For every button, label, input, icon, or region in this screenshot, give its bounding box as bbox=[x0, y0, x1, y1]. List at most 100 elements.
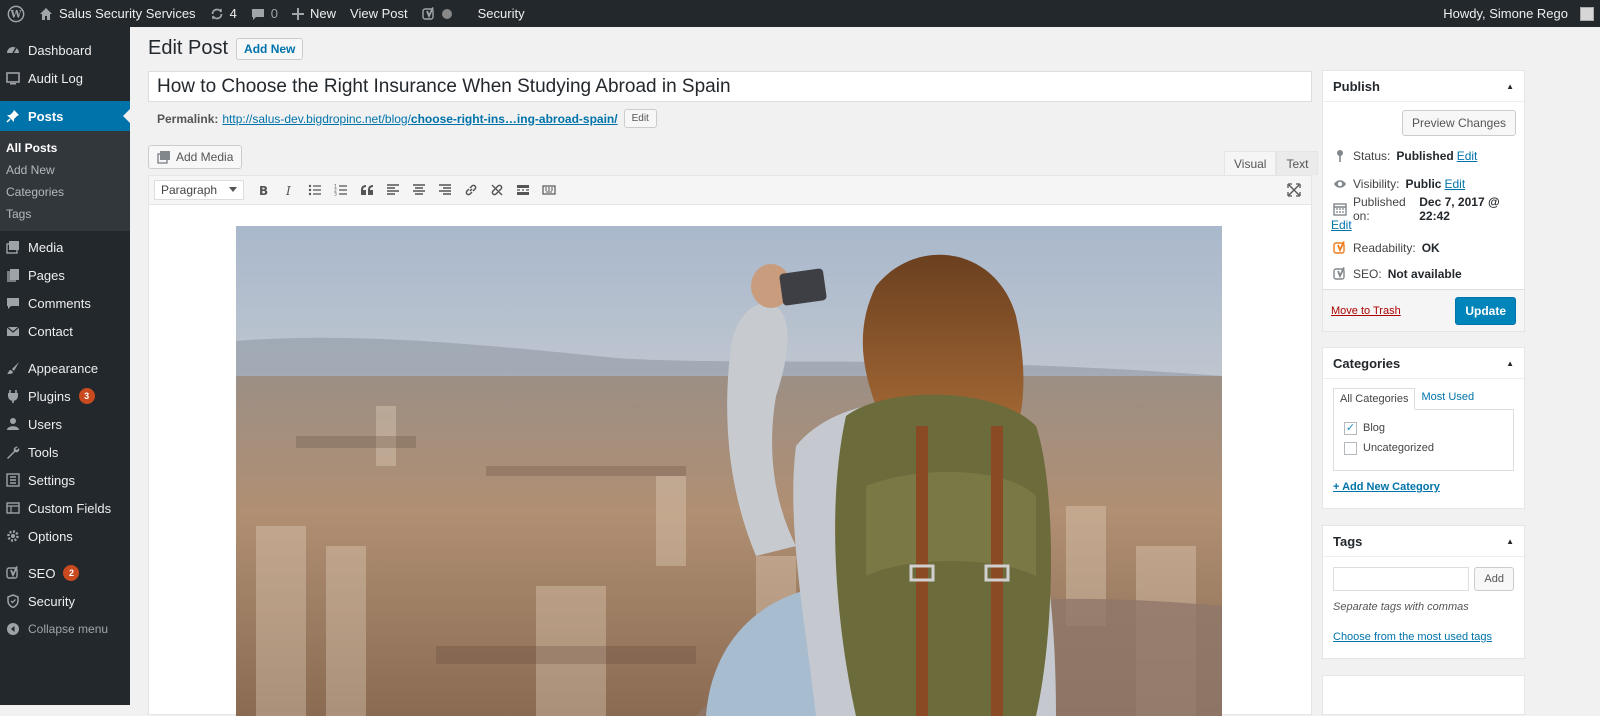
post-photo bbox=[236, 226, 1222, 716]
tab-most-used[interactable]: Most Used bbox=[1415, 387, 1480, 409]
categories-box-header[interactable]: Categories ▲ bbox=[1323, 348, 1524, 379]
media-icon bbox=[6, 241, 19, 254]
menu-posts[interactable]: Posts bbox=[0, 101, 130, 131]
menu-users[interactable]: Users bbox=[0, 410, 130, 438]
list-item[interactable]: ✓ Blog bbox=[1344, 418, 1503, 438]
published-on-edit-link[interactable]: Edit bbox=[1331, 218, 1352, 232]
menu-security[interactable]: Security bbox=[0, 587, 130, 615]
format-select[interactable]: Paragraph bbox=[154, 180, 244, 200]
users-icon bbox=[7, 418, 19, 430]
editor-toolbar: Paragraph B I 123 bbox=[149, 176, 1311, 205]
add-new-post-button[interactable]: Add New bbox=[236, 37, 304, 60]
tags-box-header[interactable]: Tags ▲ bbox=[1323, 526, 1524, 557]
new-content-link[interactable]: New bbox=[285, 0, 343, 27]
menu-comments[interactable]: Comments bbox=[0, 289, 130, 317]
tab-text[interactable]: Text bbox=[1276, 151, 1319, 175]
publish-box-header[interactable]: Publish ▲ bbox=[1323, 71, 1524, 102]
blockquote-button[interactable] bbox=[354, 177, 380, 203]
menu-pages[interactable]: Pages bbox=[0, 261, 130, 289]
security-link[interactable]: Security bbox=[471, 0, 532, 27]
email-icon bbox=[6, 326, 20, 336]
comment-icon bbox=[251, 8, 264, 20]
menu-custom-fields[interactable]: Custom Fields bbox=[0, 494, 130, 522]
choose-most-used-tags-label: Choose from the most used tags bbox=[1333, 631, 1492, 643]
updates-icon bbox=[211, 8, 222, 19]
permalink-edit-button[interactable]: Edit bbox=[623, 109, 657, 128]
submenu-all-posts[interactable]: All Posts bbox=[0, 137, 130, 159]
align-left-button[interactable] bbox=[380, 177, 406, 203]
tag-input-row: Add bbox=[1323, 557, 1524, 591]
menu-options[interactable]: Options bbox=[0, 522, 130, 550]
menu-media[interactable]: Media bbox=[0, 233, 130, 261]
permalink-link[interactable]: http://salus-dev.bigdropinc.net/blog/cho… bbox=[222, 112, 617, 126]
menu-seo[interactable]: SEO 2 bbox=[0, 559, 130, 587]
view-post-link[interactable]: View Post bbox=[343, 0, 415, 27]
align-center-button[interactable] bbox=[406, 177, 432, 203]
menu-security-label: Security bbox=[28, 593, 75, 609]
submenu-categories[interactable]: Categories bbox=[0, 181, 130, 203]
categories-box: Categories ▲ All Categories Most Used ✓ … bbox=[1322, 347, 1525, 509]
menu-contact[interactable]: Contact bbox=[0, 317, 130, 345]
collapse-arrow-icon bbox=[7, 623, 19, 635]
fullscreen-icon bbox=[1287, 183, 1301, 197]
italic-icon: I bbox=[285, 184, 291, 197]
menu-settings[interactable]: Settings bbox=[0, 466, 130, 494]
bold-button[interactable]: B bbox=[250, 177, 276, 203]
post-editor[interactable]: Paragraph B I 123 bbox=[148, 175, 1312, 716]
numbered-list-icon: 123 bbox=[334, 184, 347, 197]
menu-dashboard[interactable]: Dashboard bbox=[0, 36, 130, 64]
category-checkbox-blog[interactable]: ✓ bbox=[1344, 421, 1357, 435]
tag-input[interactable] bbox=[1333, 567, 1470, 591]
visibility-edit-link[interactable]: Edit bbox=[1444, 177, 1465, 191]
readability-yoast-icon bbox=[1333, 241, 1345, 254]
menu-plugins[interactable]: Plugins 3 bbox=[0, 382, 130, 410]
read-more-button[interactable] bbox=[510, 177, 536, 203]
add-media-button[interactable]: Add Media bbox=[148, 145, 243, 169]
post-content-image[interactable] bbox=[236, 226, 1222, 716]
add-new-category-label: + Add New Category bbox=[1333, 481, 1440, 493]
menu-appearance-label: Appearance bbox=[28, 360, 99, 376]
posts-submenu: All Posts Add New Categories Tags bbox=[0, 131, 130, 231]
collapse-triangle-icon[interactable]: ▲ bbox=[1506, 359, 1514, 368]
preview-changes-button[interactable]: Preview Changes bbox=[1401, 110, 1516, 136]
collapse-triangle-icon[interactable]: ▲ bbox=[1506, 82, 1514, 91]
admin-sidebar: Dashboard Audit Log Posts All Posts Add … bbox=[0, 27, 130, 705]
category-checkbox-uncategorized[interactable] bbox=[1344, 441, 1357, 455]
categories-box-title: Categories bbox=[1333, 355, 1401, 371]
tab-visual[interactable]: Visual bbox=[1224, 151, 1277, 175]
collapse-menu-button[interactable]: Collapse menu bbox=[0, 615, 130, 643]
gear-icon bbox=[7, 530, 19, 542]
seo-yoast-icon bbox=[1333, 267, 1345, 280]
bullet-list-button[interactable] bbox=[302, 177, 328, 203]
post-title-input[interactable]: How to Choose the Right Insurance When S… bbox=[148, 71, 1312, 102]
toolbar-toggle-button[interactable] bbox=[536, 177, 562, 203]
my-account-menu[interactable]: Howdy, Simone Rego bbox=[1436, 0, 1600, 27]
remove-link-button[interactable] bbox=[484, 177, 510, 203]
choose-most-used-tags-link[interactable]: Choose from the most used tags bbox=[1323, 613, 1524, 651]
fullscreen-button[interactable] bbox=[1281, 177, 1307, 203]
updates-link[interactable]: 4 bbox=[203, 0, 244, 27]
italic-button[interactable]: I bbox=[276, 177, 302, 203]
add-new-category-link[interactable]: + Add New Category bbox=[1323, 471, 1524, 503]
wordpress-logo-icon[interactable]: W bbox=[0, 0, 32, 27]
insert-link-button[interactable] bbox=[458, 177, 484, 203]
comments-link[interactable]: 0 bbox=[244, 0, 285, 27]
menu-tools[interactable]: Tools bbox=[0, 438, 130, 466]
site-name-link[interactable]: Salus Security Services bbox=[32, 0, 203, 27]
add-tag-button[interactable]: Add bbox=[1474, 567, 1514, 591]
submenu-add-new[interactable]: Add New bbox=[0, 159, 130, 181]
editor-mode-tabs: Visual Text bbox=[1224, 151, 1319, 175]
collapse-triangle-icon[interactable]: ▲ bbox=[1506, 537, 1514, 546]
move-to-trash-link[interactable]: Move to Trash bbox=[1331, 305, 1401, 317]
submenu-tags[interactable]: Tags bbox=[0, 203, 130, 225]
tab-all-categories[interactable]: All Categories bbox=[1333, 388, 1416, 410]
yoast-seo-menu[interactable] bbox=[415, 0, 459, 27]
list-item[interactable]: Uncategorized bbox=[1344, 438, 1503, 458]
numbered-list-button[interactable]: 123 bbox=[328, 177, 354, 203]
update-button[interactable]: Update bbox=[1455, 296, 1516, 325]
status-edit-link[interactable]: Edit bbox=[1457, 149, 1478, 163]
menu-appearance[interactable]: Appearance bbox=[0, 354, 130, 382]
align-right-button[interactable] bbox=[432, 177, 458, 203]
dashboard-icon bbox=[7, 47, 19, 54]
menu-audit-log[interactable]: Audit Log bbox=[0, 64, 130, 92]
